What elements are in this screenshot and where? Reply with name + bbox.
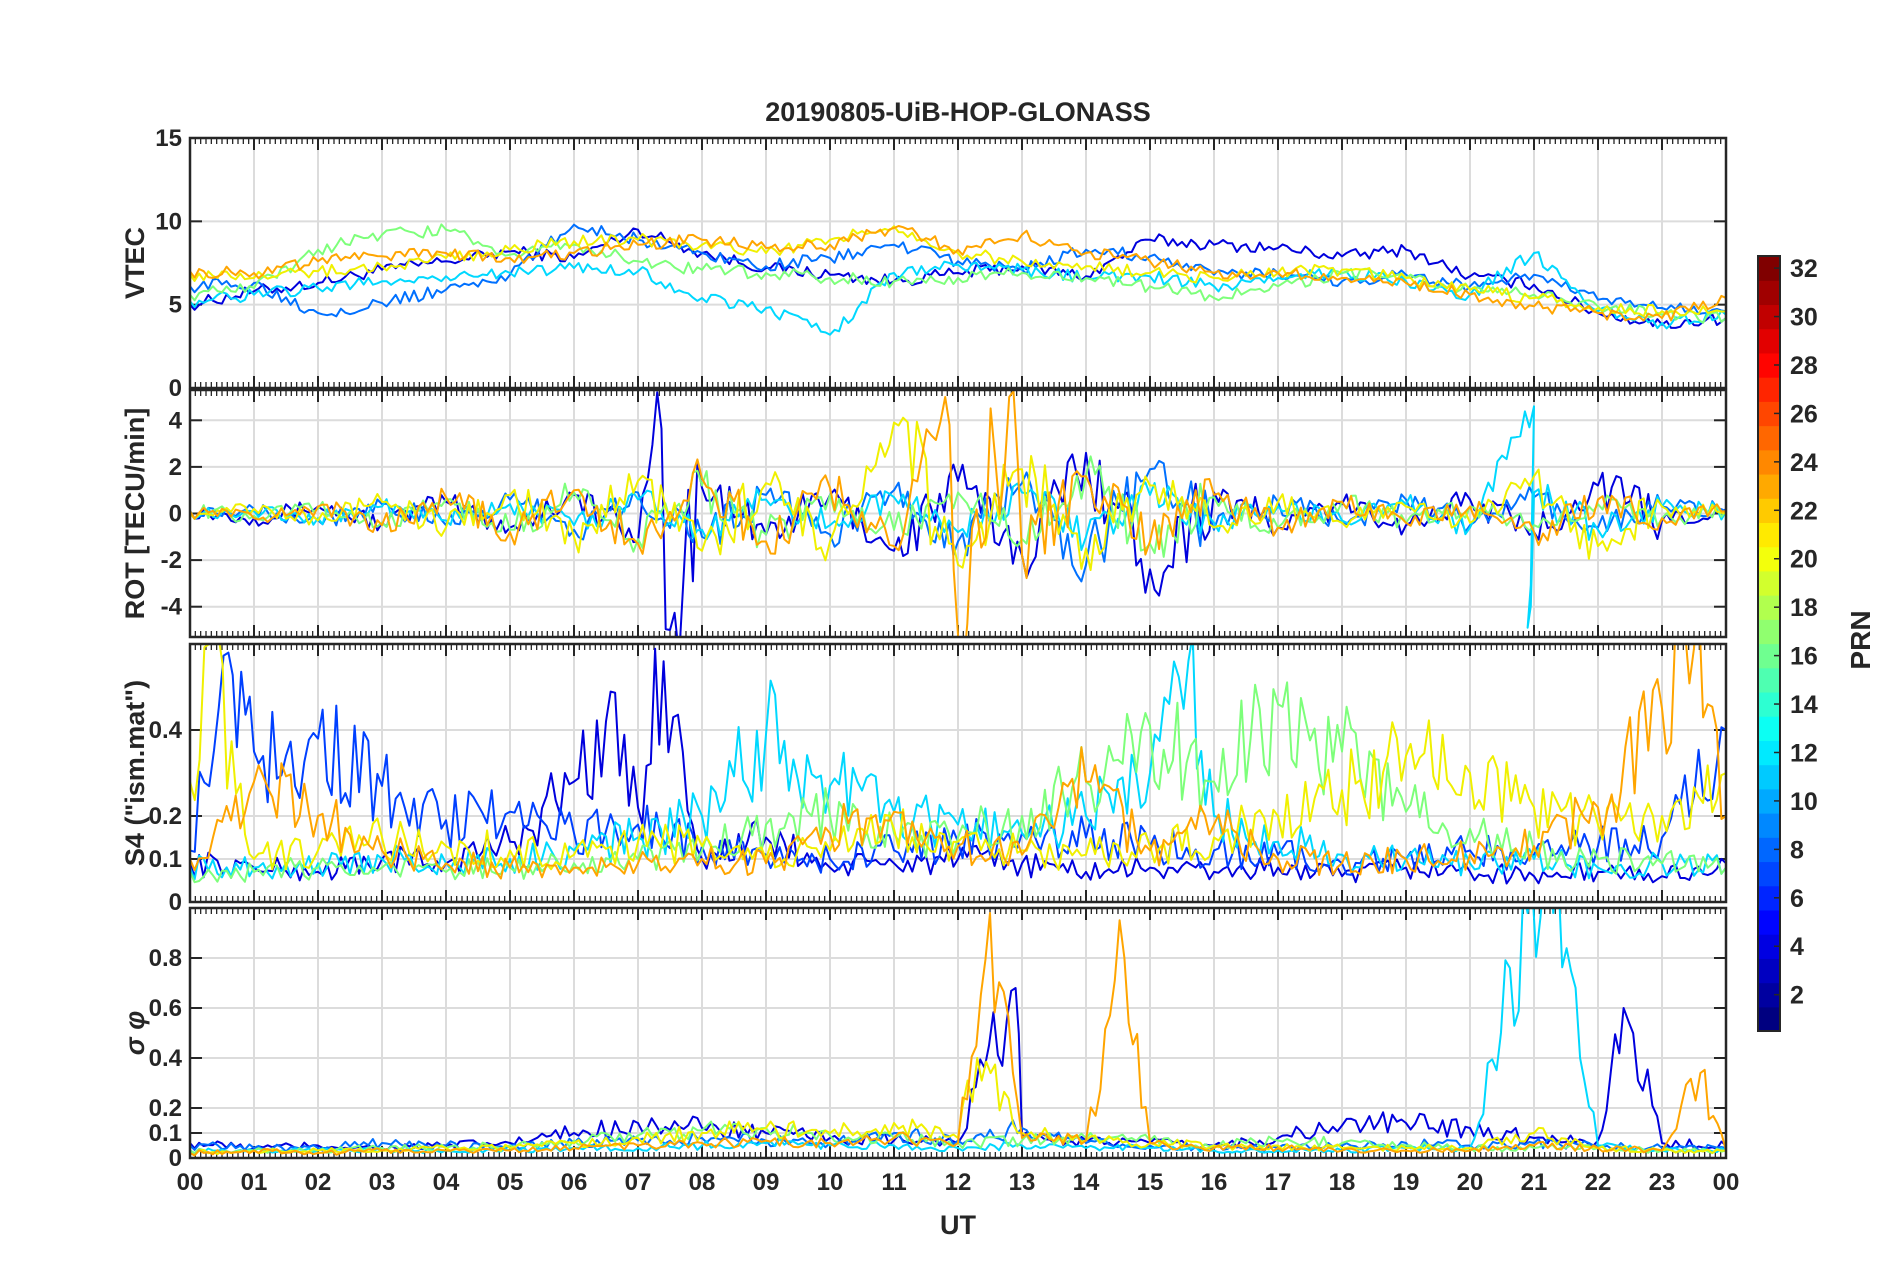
colorbar-tick-label: 12 [1790,739,1818,767]
x-tick-label: 07 [625,1169,652,1196]
y-tick-label: 5 [169,292,182,319]
colorbar-swatch [1758,570,1780,596]
colorbar-swatch [1758,813,1780,838]
panels-layer: 051015VTEC-4-2024ROT [TECU/min]00.10.20.… [120,125,1728,1172]
colorbar-tick-label: 6 [1790,885,1804,913]
y-tick-label: 0 [169,1145,182,1172]
colorbar-tick-label: 28 [1790,352,1818,380]
colorbar-tick-label: 2 [1790,982,1804,1010]
x-tick-label: 05 [497,1169,524,1196]
panel-1: 0 5 10 15 VTEC [120,125,1728,402]
x-axis-label: UT [940,1210,976,1240]
panel-2: -4 -2 0 2 4 ROT [TECU/min] [120,388,1728,639]
x-tick-label: 13 [1009,1169,1036,1196]
x-tick-label: 19 [1393,1169,1420,1196]
colorbar-tick-label: 22 [1790,497,1818,525]
x-tick-label: 04 [433,1169,460,1196]
x-tick-label: 16 [1201,1169,1228,1196]
x-tick-label: 10 [817,1169,844,1196]
colorbar-swatch [1758,328,1780,354]
colorbar-swatch [1758,909,1780,935]
y-tick-label: 0.8 [149,945,182,972]
figure: 20190805-UiB-HOP-GLONASS 051015VTEC-4-20… [0,0,1902,1272]
y-axis-label: S4 ("ism.mat") [120,680,150,866]
y-tick-label: -4 [161,594,183,621]
y-tick-label: -2 [161,547,182,574]
y-tick-label: 10 [155,208,182,235]
x-tick-label: 23 [1649,1169,1676,1196]
x-tick-label: 06 [561,1169,588,1196]
y-tick-label: 0.2 [149,1095,182,1122]
colorbar-swatch [1758,958,1780,984]
y-tick-label: 15 [155,125,182,152]
x-tick-label: 11 [881,1169,906,1196]
colorbar-tick-label: 26 [1790,400,1818,428]
y-axis-label: VTEC [120,227,150,299]
colorbar-swatch [1758,425,1780,451]
colorbar-swatch [1758,280,1780,306]
colorbar-label: PRN [1845,610,1876,669]
x-tick-label: 00 [1713,1169,1740,1196]
x-tick-label: 17 [1265,1169,1292,1196]
y-tick-label: 2 [169,454,182,481]
x-tick-label: 15 [1137,1169,1164,1196]
colorbar-swatch [1758,619,1780,645]
y-tick-label: 0.2 [149,803,182,830]
x-tick-label: 01 [241,1169,268,1196]
colorbar-tick-label: 4 [1790,933,1804,961]
colorbar-tick-label: 14 [1790,691,1818,719]
colorbar-swatch [1758,522,1780,548]
colorbar-swatch [1758,716,1780,741]
colorbar-swatch [1758,377,1780,402]
colorbar-tick-label: 18 [1790,594,1818,622]
colorbar-swatch [1758,667,1780,693]
colorbar-tick-label: 24 [1790,449,1818,477]
y-tick-label: 0 [169,375,182,402]
x-tick-label: 14 [1073,1169,1100,1196]
y-axis-label: σ φ [120,1011,150,1055]
colorbar-tick-label: 30 [1790,304,1818,332]
y-axis-label: ROT [TECU/min] [120,408,150,619]
y-tick-label: 0.6 [149,995,182,1022]
colorbar-swatch [1758,764,1780,790]
x-tick-label: 12 [945,1169,972,1196]
y-tick-label: 0.1 [149,846,182,873]
x-tick-label: 09 [753,1169,780,1196]
x-tick-label: 08 [689,1169,716,1196]
colorbar-tick-label: 20 [1790,546,1818,574]
colorbar-swatch [1758,1006,1780,1032]
chart-title: 20190805-UiB-HOP-GLONASS [765,97,1151,127]
colorbar-swatch [1758,473,1780,499]
x-tick-label: 20 [1457,1169,1484,1196]
colorbar-swatch [1758,861,1780,887]
colorbar-tick-label: 10 [1790,788,1818,816]
colorbar-tick-label: 16 [1790,643,1818,671]
colorbar-tick-label: 8 [1790,836,1804,864]
panel-3: 0 0.1 0.2 0.4S4 ("ism.mat") [120,642,1728,916]
x-tick-label: 21 [1521,1169,1548,1196]
x-tick-label: 22 [1585,1169,1612,1196]
x-tick-label: 00 [177,1169,204,1196]
y-tick-label: 0.1 [149,1120,182,1147]
x-tick-label: 02 [305,1169,332,1196]
x-tick-label: 18 [1329,1169,1356,1196]
y-tick-label: 4 [169,407,183,434]
y-tick-label: 0.4 [149,1045,183,1072]
x-tick-label: 03 [369,1169,396,1196]
y-tick-label: 0.4 [149,717,183,744]
y-tick-label: 0 [169,889,182,916]
y-tick-label: 0 [169,501,182,528]
colorbar-tick-label: 32 [1790,255,1818,283]
